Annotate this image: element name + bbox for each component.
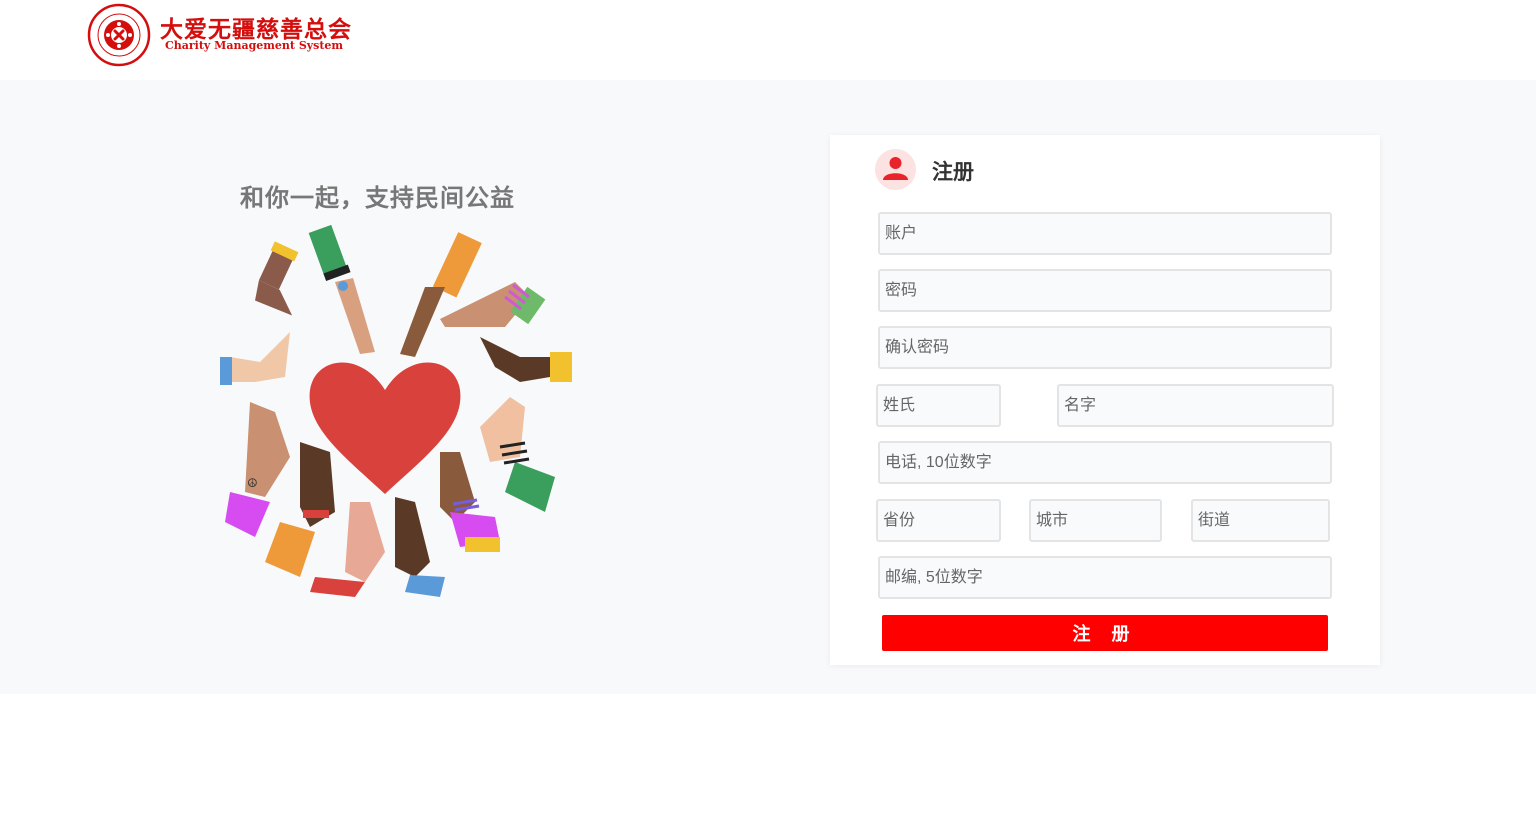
- heart-shape: [309, 362, 461, 494]
- hand-12: [480, 397, 555, 512]
- hand-5: [480, 337, 572, 382]
- account-input[interactable]: [878, 212, 1332, 255]
- charity-seal-icon: [87, 3, 151, 67]
- city-input[interactable]: [1029, 499, 1162, 542]
- svg-text:☮: ☮: [247, 476, 258, 490]
- register-title: 注册: [932, 161, 974, 184]
- logo-title-en: Charity Management System: [165, 39, 344, 52]
- password-input[interactable]: [878, 269, 1332, 312]
- hand-2: [308, 224, 375, 354]
- hand-7: ☮: [225, 402, 290, 537]
- last-name-input[interactable]: [876, 384, 1001, 427]
- hero-slogan: 和你一起，支持民间公益: [240, 183, 515, 212]
- province-input[interactable]: [876, 499, 1001, 542]
- confirm-password-input[interactable]: [878, 326, 1332, 369]
- user-icon: [875, 149, 916, 190]
- hand-3: [400, 232, 482, 357]
- hand-10: [395, 497, 445, 597]
- hand-11: [440, 452, 500, 552]
- hands-heart-illustration: ☮: [220, 224, 572, 597]
- zipcode-input[interactable]: [878, 556, 1332, 599]
- first-name-input[interactable]: [1057, 384, 1334, 427]
- phone-input[interactable]: [878, 441, 1332, 484]
- register-button[interactable]: 注 册: [882, 615, 1328, 651]
- top-header: 大爱无疆慈善总会 Charity Management System: [0, 0, 1536, 80]
- hand-1: [255, 241, 299, 316]
- hand-6: [220, 332, 290, 385]
- street-input[interactable]: [1191, 499, 1330, 542]
